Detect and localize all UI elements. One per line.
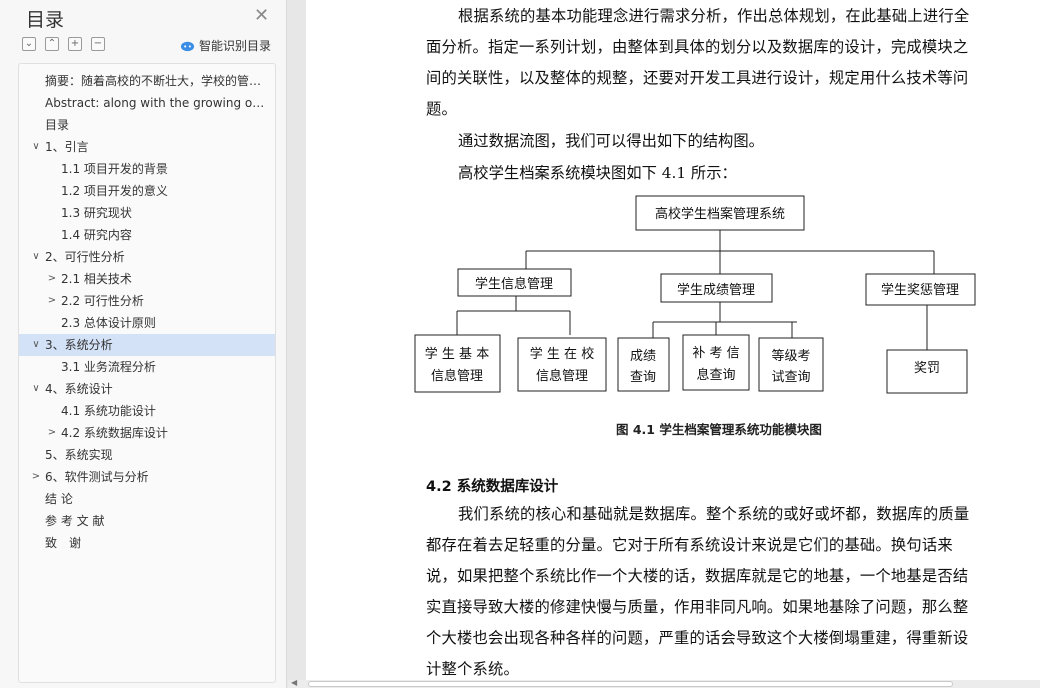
diagram-leaf-node: 奖罚 [914,361,940,376]
paragraph-dataflow: 通过数据流图，我们可以得出如下的结构图。 [458,132,764,150]
toc-toolbar: ⌄ ⌃ + − [22,37,105,51]
toc-item[interactable]: ∨ 3、系统分析 [19,334,275,356]
toc-item-label: 1.3 研究现状 [61,206,132,220]
toc-item-label: 4.2 系统数据库设计 [61,426,168,440]
figure-caption: 图 4.1 学生档案管理系统功能模块图 [616,422,822,437]
toc-item[interactable]: ∨ 2、可行性分析 [19,246,275,268]
paragraph-database: 我们系统的核心和基础就是数据库。整个系统的或好或坏都，数据库的质量都存在着去足轻… [426,505,970,678]
module-diagram: 高校学生档案管理系统学生信息管理 学生成绩管理 学生奖惩管理学 生 基 本信息管理学… [414,195,976,394]
diagram-leaf-node: 等级考 [771,348,810,364]
toc-item[interactable]: 目录 [19,114,275,136]
diagram-leaf-node: 信息管理 [536,368,588,384]
toc-item[interactable]: 1.2 项目开发的意义 [19,180,275,202]
toc-item[interactable]: 1.1 项目开发的背景 [19,158,275,180]
chevron-down-icon[interactable]: ∨ [29,246,43,268]
toc-item[interactable]: 参 考 文 献 [19,510,275,532]
document-page: 根据系统的基本功能理念进行需求分析，作出总体规划，在此基础上进行全面分析。指定一… [306,0,1040,680]
chevron-down-icon[interactable]: ∨ [29,378,43,400]
toc-item-label: 1.1 项目开发的背景 [61,162,168,176]
document-area: 根据系统的基本功能理念进行需求分析，作出总体规划，在此基础上进行全面分析。指定一… [288,0,1040,688]
toc-tree: 摘要：随着高校的不断壮大，学校的管理模式也在发生变化 Abstract: alon… [18,63,276,683]
sidebar-title: 目录 [26,9,65,31]
toc-item[interactable]: 3.1 业务流程分析 [19,356,275,378]
collapse-all-icon[interactable]: − [91,37,105,51]
horizontal-scrollbar[interactable]: ◀ [288,678,1040,688]
toc-sidebar: 目录 ✕ ⌄ ⌃ + − 智能识别目录 摘要：随着高校的不断壮大，学校的管理模式… [0,0,287,688]
paragraph-requirements: 根据系统的基本功能理念进行需求分析，作出总体规划，在此基础上进行全面分析。指定一… [426,7,970,118]
toc-item[interactable]: 2.3 总体设计原则 [19,312,275,334]
toc-item[interactable]: Abstract: along with the growing of univ… [19,92,275,114]
diagram-leaf-node: 成绩 [630,349,656,364]
scrollbar-thumb[interactable] [308,681,953,687]
toc-item-label: 5、系统实现 [45,448,113,462]
toc-item[interactable]: 4.1 系统功能设计 [19,400,275,422]
collapse-one-level-icon[interactable]: ⌃ [45,37,59,51]
toc-item-label: 2.2 可行性分析 [61,294,144,308]
toc-item-label: 2、可行性分析 [45,250,125,264]
expand-one-level-icon[interactable]: ⌄ [22,37,36,51]
chevron-down-icon[interactable]: ∨ [29,334,43,356]
toc-item[interactable]: ∨ 4、系统设计 [19,378,275,400]
diagram-root-node: 高校学生档案管理系统 [655,206,785,222]
toc-item-label: 目录 [45,118,70,132]
chevron-right-icon[interactable]: > [45,268,59,290]
scroll-left-icon[interactable]: ◀ [291,678,297,687]
toc-item-label: 4.1 系统功能设计 [61,404,156,418]
diagram-leaf-node: 查询 [630,370,656,385]
smart-toc-label: 智能识别目录 [199,39,272,53]
toc-item-label: 参 考 文 献 [45,514,105,528]
toc-item-label: 3、系统分析 [45,338,113,352]
chevron-right-icon[interactable]: > [45,290,59,312]
expand-all-icon[interactable]: + [68,37,82,51]
diagram-leaf-node: 补 考 信 [692,346,739,361]
diagram-leaf-node: 息查询 [696,367,735,383]
diagram-leaf-node: 学 生 基 本 [425,346,489,362]
smart-toc-button[interactable]: 智能识别目录 [180,37,271,54]
toc-item[interactable]: 致 谢 [19,532,275,554]
diagram-leaf-node: 信息管理 [431,368,483,384]
diagram-module-node: 学生奖惩管理 [881,282,959,298]
diagram-leaf-node: 学 生 在 校 [530,346,594,362]
paragraph-figure-intro: 高校学生档案系统模块图如下 4.1 所示： [458,164,737,182]
ai-cloud-icon [180,41,195,52]
toc-item[interactable]: 1.4 研究内容 [19,224,275,246]
toc-item-label: 3.1 业务流程分析 [61,360,156,374]
toc-item[interactable]: >2.1 相关技术 [19,268,275,290]
chevron-right-icon[interactable]: > [29,466,43,488]
toc-item-label: 摘要：随着高校的不断壮大，学校的管理模式也在发生变化 [45,74,275,88]
toc-item[interactable]: ∨ 1、引言 [19,136,275,158]
toc-item-label: 2.1 相关技术 [61,272,132,286]
toc-item[interactable]: 摘要：随着高校的不断壮大，学校的管理模式也在发生变化 [19,70,275,92]
chevron-down-icon[interactable]: ∨ [29,136,43,158]
toc-item[interactable]: 结 论 [19,488,275,510]
chevron-right-icon[interactable]: > [45,422,59,444]
diagram-module-node: 学生信息管理 [475,276,553,292]
toc-item[interactable]: 5、系统实现 [19,444,275,466]
toc-item-label: 6、软件测试与分析 [45,470,149,484]
diagram-leaf-node: 试查询 [771,370,810,385]
toc-item-label: Abstract: along with the growing of univ… [45,96,275,110]
toc-item-label: 1.2 项目开发的意义 [61,184,168,198]
toc-item-label: 结 论 [45,492,73,506]
close-icon[interactable]: ✕ [254,6,269,26]
toc-item[interactable]: >2.2 可行性分析 [19,290,275,312]
toc-item-label: 1、引言 [45,140,89,154]
toc-item-label: 致 谢 [45,536,82,550]
toc-item[interactable]: >4.2 系统数据库设计 [19,422,275,444]
toc-item[interactable]: 1.3 研究现状 [19,202,275,224]
toc-item-label: 1.4 研究内容 [61,228,132,242]
section-heading: 4.2 系统数据库设计 [426,479,559,495]
toc-item-label: 2.3 总体设计原则 [61,316,156,330]
toc-item-label: 4、系统设计 [45,382,113,396]
toc-item[interactable]: >6、软件测试与分析 [19,466,275,488]
diagram-module-node: 学生成绩管理 [677,282,755,298]
